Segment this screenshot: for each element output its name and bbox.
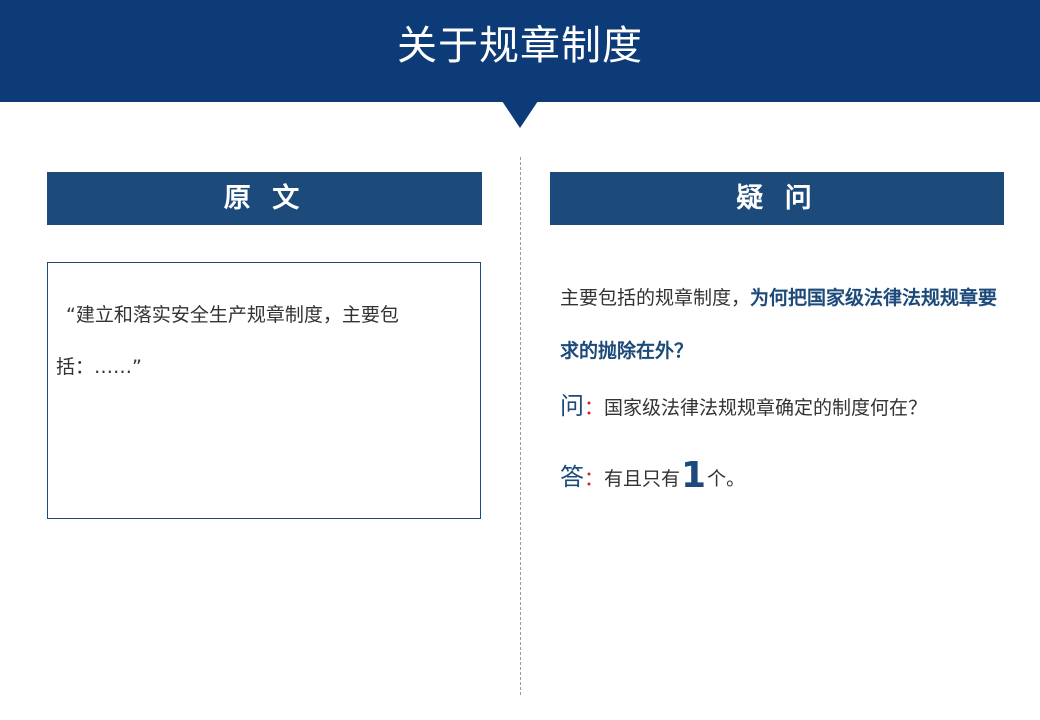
ask-label: 问 — [560, 392, 584, 420]
original-text-box: “建立和落实安全生产规章制度，主要包括：……” — [47, 262, 481, 519]
original-text-header: 原 文 — [47, 172, 482, 225]
question-normal-text: 主要包括的规章制度， — [560, 287, 751, 309]
answer-colon: ： — [584, 466, 604, 490]
banner-pointer-arrow — [502, 101, 538, 128]
question-paragraph: 主要包括的规章制度，为何把国家级法律法规规章要求的抛除在外？ — [560, 272, 1000, 378]
answer-label: 答 — [560, 463, 584, 491]
answer-suffix: 个。 — [707, 468, 746, 490]
title-banner: 关于规章制度 — [0, 0, 1040, 102]
answer-line: 答：有且只有1个。 — [560, 448, 1000, 507]
answer-prefix: 有且只有 — [604, 468, 681, 490]
ask-line: 问：国家级法律法规规章确定的制度何在？ — [560, 386, 1000, 428]
answer-number: 1 — [681, 455, 707, 496]
question-header: 疑 问 — [550, 172, 1004, 225]
original-quote: “建立和落实安全生产规章制度，主要包括：……” — [56, 304, 399, 378]
ask-text: 国家级法律法规规章确定的制度何在？ — [604, 397, 928, 419]
page-title: 关于规章制度 — [397, 23, 643, 69]
ask-colon: ： — [584, 395, 604, 419]
dashed-divider — [520, 157, 521, 695]
